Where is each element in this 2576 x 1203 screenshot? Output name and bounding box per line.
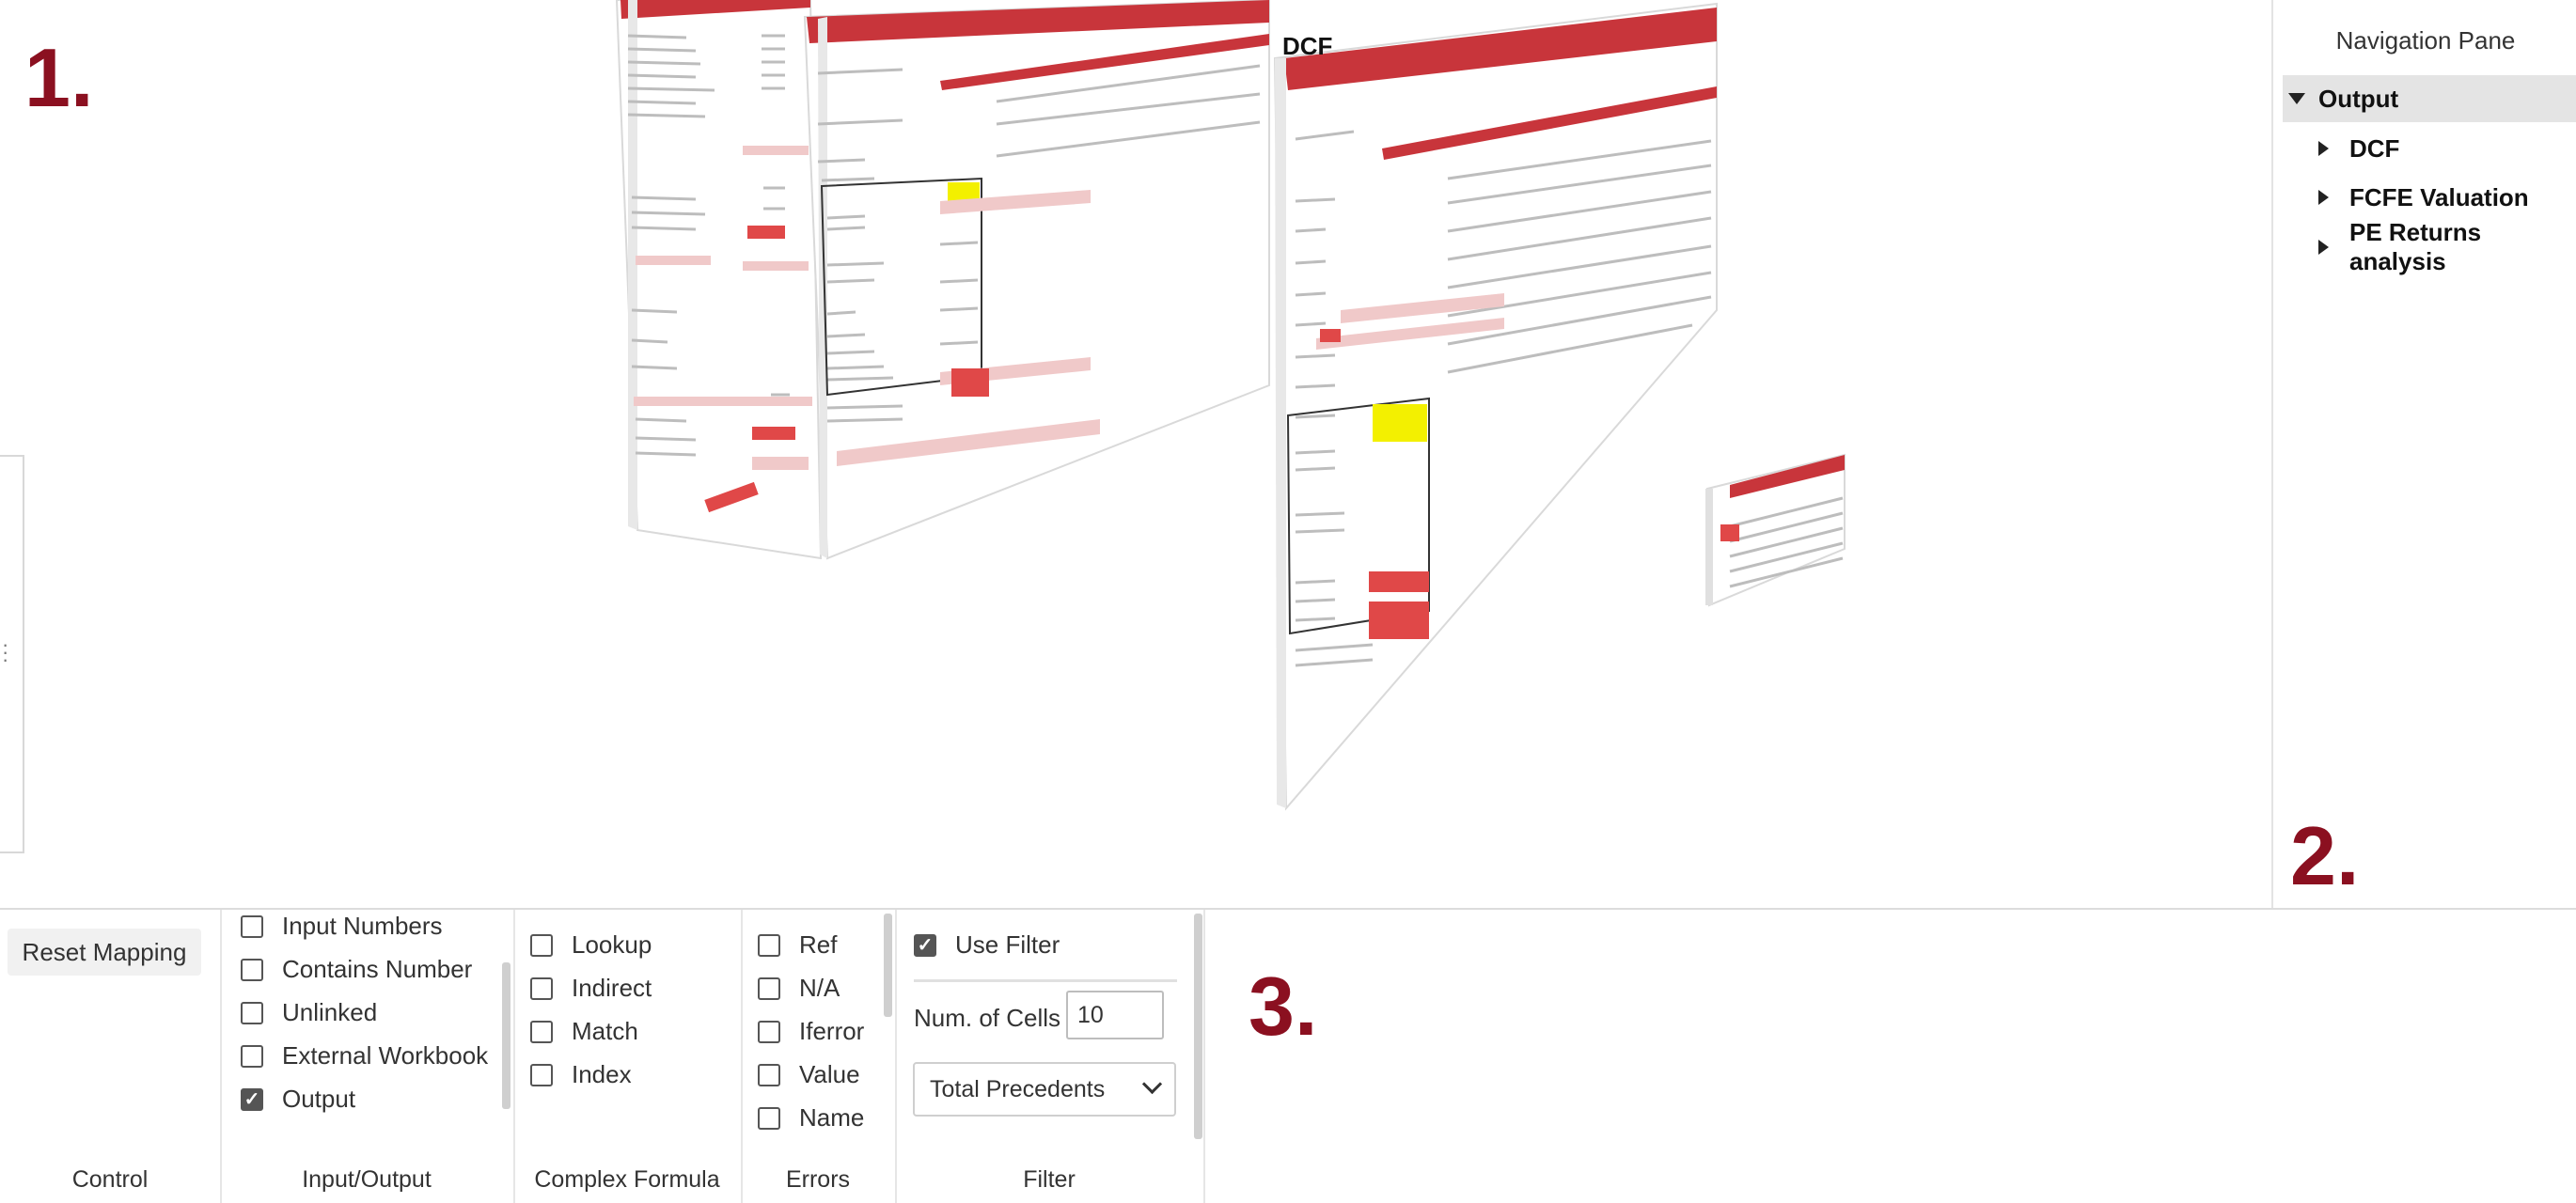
checkbox[interactable] [241,914,263,938]
expand-down-icon[interactable] [2288,93,2305,104]
spreadsheet-3d-canvas[interactable]: 1. · · · DCF [0,0,2271,908]
checkbox[interactable] [758,1063,780,1086]
option-lookup[interactable]: Lookup [530,930,652,960]
precedents-select-value: Total Precedents [930,1075,1106,1102]
checkbox[interactable] [758,933,780,957]
sheets-visualization [615,0,1846,811]
checkbox[interactable] [530,933,553,957]
sheet-sensitivity-table[interactable] [1705,453,1846,607]
navigation-pane-title: Navigation Pane [2335,26,2516,55]
checkbox[interactable] [758,976,780,1000]
num-cells-label: Num. of Cells [914,1004,1061,1032]
nav-item-pe-returns-analysis[interactable]: PE Returns analysis [2318,218,2576,275]
nav-item-dcf[interactable]: DCF [2318,125,2576,172]
nav-item-output-label: Output [2318,84,2399,113]
option-label: Index [572,1060,632,1088]
input-output-group: Input Numbers Contains Number Unlinked E… [220,910,515,1203]
expand-right-icon[interactable] [2318,141,2329,156]
expand-right-icon[interactable] [2318,190,2329,205]
nav-item-label: DCF [2349,133,2400,163]
input-output-scrollbar[interactable] [502,962,510,1109]
option-label: Input Numbers [282,912,443,940]
option-ref[interactable]: Ref [758,930,837,960]
sheet-dcf[interactable] [1273,2,1718,811]
option-value[interactable]: Value [758,1060,860,1089]
nav-item-output[interactable]: Output [2283,75,2576,122]
checkbox-checked[interactable]: ✓ [914,933,936,957]
expand-right-icon[interactable] [2318,240,2329,255]
option-input-numbers[interactable]: Input Numbers [241,912,443,941]
filter-group: ✓ Use Filter Num. of Cells Filter [895,910,1205,1203]
option-external-workbook[interactable]: External Workbook [241,1041,488,1070]
option-indirect[interactable]: Indirect [530,974,652,1003]
checkbox[interactable] [530,1020,553,1043]
filter-group-label: Filter [1023,1166,1076,1193]
control-group: Reset Mapping Control [0,910,222,1203]
option-use-filter[interactable]: ✓ Use Filter [914,930,1060,960]
region-label-3: 3. [1249,960,1318,1053]
option-label: Lookup [572,930,652,959]
option-label: Use Filter [955,930,1060,959]
checkbox[interactable] [241,1001,263,1024]
option-contains-number[interactable]: Contains Number [241,955,472,984]
option-match[interactable]: Match [530,1017,638,1046]
num-cells-input[interactable] [1066,991,1164,1039]
reset-mapping-button[interactable]: Reset Mapping [8,929,201,976]
errors-group-label: Errors [785,1166,851,1193]
option-label: Contains Number [282,955,473,983]
nav-item-fcfe-valuation[interactable]: FCFE Valuation [2318,174,2576,221]
filter-divider [914,979,1177,982]
checkbox[interactable] [530,976,553,1000]
ribbon-toolbar: Reset Mapping Control Input Numbers Cont… [0,908,2576,1203]
sheet-fcfe-valuation[interactable] [803,0,1270,560]
option-label: Name [799,1103,865,1132]
option-label: External Workbook [282,1041,489,1070]
filter-scrollbar[interactable] [1194,914,1202,1139]
option-unlinked[interactable]: Unlinked [241,998,377,1027]
checkbox[interactable] [241,958,263,981]
nav-item-label: FCFE Valuation [2349,182,2529,211]
option-label: Ref [799,930,838,959]
option-name[interactable]: Name [758,1103,864,1133]
checkbox[interactable] [241,1044,263,1068]
option-label: Iferror [799,1017,865,1045]
option-label: Value [799,1060,860,1088]
option-output[interactable]: ✓ Output [241,1085,355,1114]
option-index[interactable]: Index [530,1060,632,1089]
errors-scrollbar[interactable] [884,914,892,1017]
sheet-pe-returns[interactable] [615,0,823,560]
dcf-sheet-label: DCF [1282,32,1333,60]
checkbox[interactable] [758,1020,780,1043]
option-na[interactable]: N/A [758,974,840,1003]
chevron-down-icon[interactable] [1141,1073,1163,1095]
complex-formula-group-label: Complex Formula [534,1166,720,1193]
option-label: Unlinked [282,998,378,1026]
option-label: Output [282,1085,356,1113]
errors-group: Ref N/A Iferror Value Name Errors [741,910,897,1203]
option-label: N/A [799,974,840,1002]
nav-item-label: PE Returns analysis [2349,218,2482,275]
navigation-pane: Navigation Pane Output DCF FCFE Valuatio… [2271,0,2576,908]
option-label: Match [572,1017,638,1045]
complex-formula-group: Lookup Indirect Match Index Complex Form… [513,910,743,1203]
region-label-2: 2. [2290,809,2360,902]
checkbox-checked[interactable]: ✓ [241,1087,263,1111]
control-group-label: Control [71,1166,149,1193]
input-output-group-label: Input/Output [302,1166,432,1193]
precedents-select[interactable]: Total Precedents [913,1062,1176,1117]
option-iferror[interactable]: Iferror [758,1017,864,1046]
option-label: Indirect [572,974,652,1002]
checkbox[interactable] [758,1106,780,1130]
checkbox[interactable] [530,1063,553,1086]
